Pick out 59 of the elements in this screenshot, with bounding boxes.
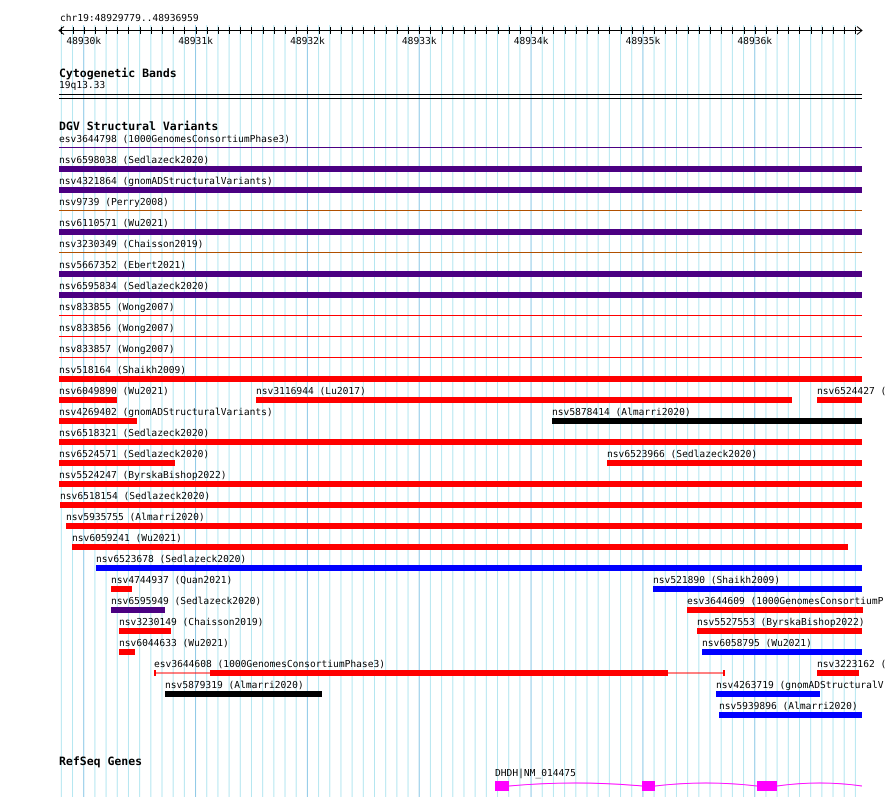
track-title: Cytogenetic Bands	[59, 67, 177, 79]
variant-label[interactable]: nsv3230149 (Chaisson2019)	[119, 617, 264, 628]
variant-label[interactable]: nsv5527553 (ByrskaBishop2022)	[697, 617, 865, 628]
variant-label[interactable]: nsv6595834 (Sedlazeck2020)	[59, 281, 210, 292]
variant-bar[interactable]	[154, 670, 725, 676]
tick-label: 48936k	[737, 36, 772, 47]
variant-label[interactable]: nsv4269402 (gnomADStructuralVariants)	[59, 407, 273, 418]
variant-label[interactable]: esv3644608 (1000GenomesConsortiumPhase3)	[154, 659, 386, 670]
variant-label[interactable]: nsv6518154 (Sedlazeck2020)	[60, 491, 210, 502]
track-title: RefSeq Genes	[59, 755, 142, 767]
variant-label[interactable]: nsv6518321 (Sedlazeck2020)	[59, 428, 210, 439]
variant-label[interactable]: nsv5939896 (Almarri2020)	[719, 701, 858, 712]
variant-label[interactable]: esv3644798 (1000GenomesConsortiumPhase3)	[59, 134, 290, 145]
band-label: 19q13.33	[59, 80, 106, 91]
variant-label[interactable]: nsv5524247 (ByrskaBishop2022)	[59, 470, 227, 481]
variant-label[interactable]: nsv4744937 (Quan2021)	[111, 575, 232, 586]
variant-label[interactable]: nsv6524427 (	[817, 386, 886, 397]
variant-label[interactable]: nsv5667352 (Ebert2021)	[59, 260, 186, 271]
tick-label: 48935k	[626, 36, 660, 47]
variant-label[interactable]: nsv6044633 (Wu2021)	[119, 638, 229, 649]
tick-label: 48932k	[290, 36, 325, 47]
gene-label[interactable]: DHDH|NM_014475	[495, 768, 576, 779]
gene-model-drawing[interactable]	[495, 781, 862, 791]
variant-line[interactable]	[59, 147, 862, 148]
variant-label[interactable]: nsv3116944 (Lu2017)	[256, 386, 366, 397]
variant-label[interactable]: nsv833857 (Wong2007)	[59, 344, 175, 355]
variant-label[interactable]: nsv6523678 (Sedlazeck2020)	[96, 554, 246, 565]
variant-label[interactable]: nsv5935755 (Almarri2020)	[66, 512, 205, 523]
variant-label[interactable]: nsv5878414 (Almarri2020)	[552, 407, 691, 418]
tick-label: 48930k	[66, 36, 102, 47]
variant-label[interactable]: nsv6049890 (Wu2021)	[59, 386, 169, 397]
track-title: DGV Structural Variants	[59, 120, 218, 132]
variant-line[interactable]	[59, 315, 862, 316]
variant-label[interactable]: nsv4263719 (gnomADStructuralV	[716, 680, 884, 691]
variant-label[interactable]: nsv518164 (Shaikh2009)	[59, 365, 186, 376]
variant-line[interactable]	[59, 210, 862, 211]
variant-label[interactable]: nsv6059241 (Wu2021)	[72, 533, 182, 544]
variant-label[interactable]: nsv521890 (Shaikh2009)	[653, 575, 780, 586]
variant-label[interactable]: nsv6523966 (Sedlazeck2020)	[607, 449, 758, 460]
variant-label[interactable]: nsv6598038 (Sedlazeck2020)	[59, 155, 210, 166]
variant-label[interactable]: nsv3223162 (	[817, 659, 886, 670]
location-label: chr19:48929779..48936959	[60, 13, 199, 24]
variant-label[interactable]: nsv5879319 (Almarri2020)	[165, 680, 304, 691]
variant-label[interactable]: nsv833856 (Wong2007)	[59, 323, 175, 334]
tick-label: 48931k	[178, 36, 213, 47]
variant-label[interactable]: nsv9739 (Perry2008)	[59, 197, 169, 208]
tick-label: 48933k	[402, 36, 437, 47]
variant-line[interactable]	[59, 252, 862, 253]
variant-line[interactable]	[59, 336, 862, 337]
variant-label[interactable]: nsv6595949 (Sedlazeck2020)	[111, 596, 262, 607]
variant-label[interactable]: nsv4321864 (gnomADStructuralVariants)	[59, 176, 273, 187]
variant-label[interactable]: nsv6110571 (Wu2021)	[59, 218, 169, 229]
variant-label[interactable]: esv3644609 (1000GenomesConsortiumP	[687, 596, 884, 607]
variant-label[interactable]: nsv6058795 (Wu2021)	[702, 638, 812, 649]
variant-line[interactable]	[59, 357, 862, 358]
tick-label: 48934k	[514, 36, 548, 47]
variant-label[interactable]: nsv833855 (Wong2007)	[59, 302, 175, 313]
variant-label[interactable]: nsv6524571 (Sedlazeck2020)	[59, 449, 210, 460]
variant-label[interactable]: nsv3230349 (Chaisson2019)	[59, 239, 204, 250]
